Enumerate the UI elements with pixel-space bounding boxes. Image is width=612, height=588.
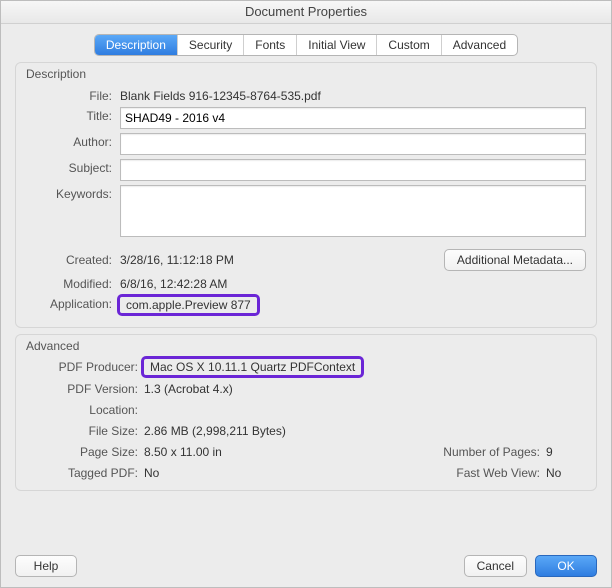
cancel-button[interactable]: Cancel xyxy=(464,555,527,577)
tab-custom[interactable]: Custom xyxy=(377,35,441,55)
tagged-value: No xyxy=(144,466,426,480)
keywords-input[interactable] xyxy=(120,185,586,237)
document-properties-window: Document Properties Description Security… xyxy=(0,0,612,588)
producer-label: PDF Producer: xyxy=(26,360,144,374)
additional-metadata-button[interactable]: Additional Metadata... xyxy=(444,249,586,271)
window-title: Document Properties xyxy=(1,1,611,24)
footer: Help Cancel OK xyxy=(1,545,611,587)
version-value: 1.3 (Acrobat 4.x) xyxy=(144,382,586,396)
description-legend: Description xyxy=(26,67,586,81)
tab-initial-view[interactable]: Initial View xyxy=(297,35,377,55)
subject-label: Subject: xyxy=(26,159,112,175)
application-highlight: com.apple.Preview 877 xyxy=(120,297,257,313)
title-input[interactable] xyxy=(120,107,586,129)
pagesize-value: 8.50 x 11.00 in xyxy=(144,445,426,459)
filesize-label: File Size: xyxy=(26,424,144,438)
tab-description[interactable]: Description xyxy=(95,35,178,55)
fastweb-label: Fast Web View: xyxy=(426,466,546,480)
version-label: PDF Version: xyxy=(26,382,144,396)
producer-value: Mac OS X 10.11.1 Quartz PDFContext xyxy=(144,359,586,375)
producer-highlight: Mac OS X 10.11.1 Quartz PDFContext xyxy=(144,359,361,375)
advanced-group: Advanced PDF Producer: Mac OS X 10.11.1 … xyxy=(15,334,597,491)
tab-bar: Description Security Fonts Initial View … xyxy=(1,34,611,56)
tagged-label: Tagged PDF: xyxy=(26,466,144,480)
file-label: File: xyxy=(26,87,112,103)
segmented-control: Description Security Fonts Initial View … xyxy=(94,34,518,56)
author-label: Author: xyxy=(26,133,112,149)
subject-input[interactable] xyxy=(120,159,586,181)
description-group: Description File: Blank Fields 916-12345… xyxy=(15,62,597,328)
filesize-value: 2.86 MB (2,998,211 Bytes) xyxy=(144,424,586,438)
file-value: Blank Fields 916-12345-8764-535.pdf xyxy=(120,87,586,103)
ok-button[interactable]: OK xyxy=(535,555,597,577)
application-label: Application: xyxy=(26,295,112,311)
keywords-label: Keywords: xyxy=(26,185,112,201)
tab-security[interactable]: Security xyxy=(178,35,244,55)
created-label: Created: xyxy=(26,251,112,267)
fastweb-value: No xyxy=(546,466,586,480)
location-label: Location: xyxy=(26,403,144,417)
advanced-legend: Advanced xyxy=(26,339,586,353)
numpages-label: Number of Pages: xyxy=(426,445,546,459)
modified-label: Modified: xyxy=(26,275,112,291)
tab-advanced[interactable]: Advanced xyxy=(442,35,517,55)
numpages-value: 9 xyxy=(546,445,586,459)
help-button[interactable]: Help xyxy=(15,555,77,577)
application-value: com.apple.Preview 877 xyxy=(120,295,586,313)
pagesize-label: Page Size: xyxy=(26,445,144,459)
author-input[interactable] xyxy=(120,133,586,155)
title-label: Title: xyxy=(26,107,112,123)
modified-value: 6/8/16, 12:42:28 AM xyxy=(120,275,586,291)
tab-fonts[interactable]: Fonts xyxy=(244,35,297,55)
